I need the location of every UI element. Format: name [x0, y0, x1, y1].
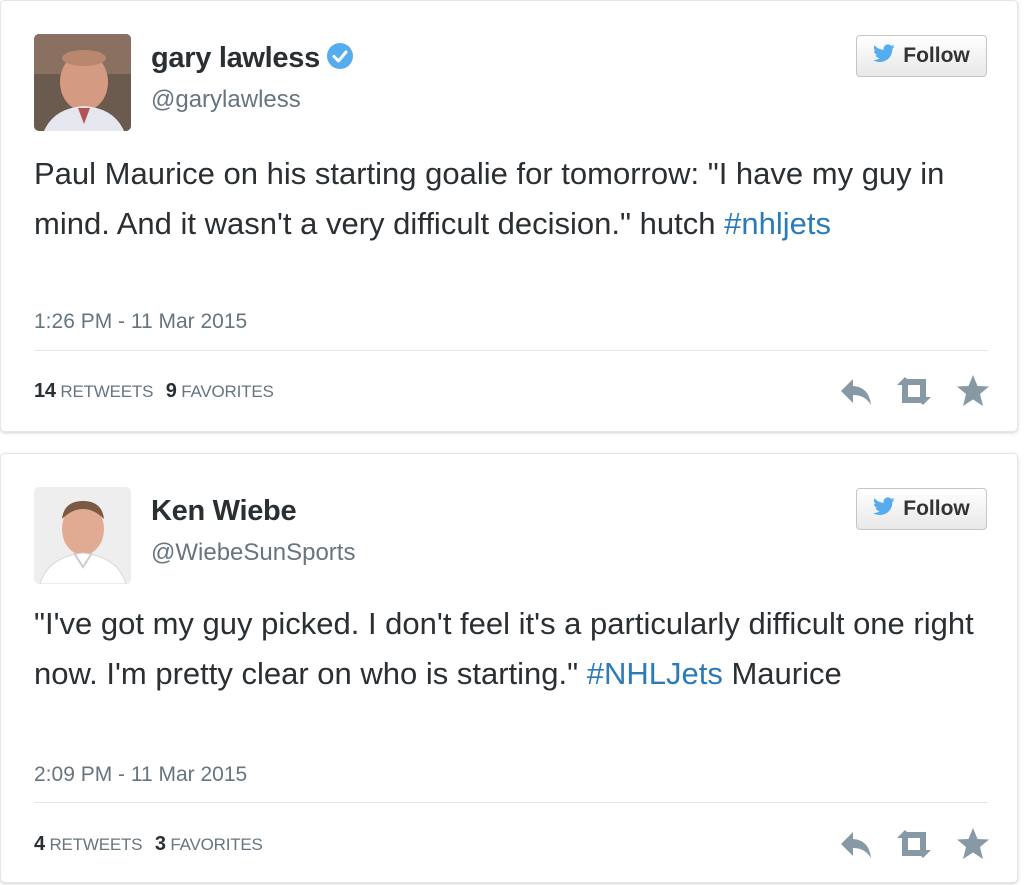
tweet-stats: 4 RETWEETS 3 FAVORITES — [34, 833, 271, 856]
author-handle[interactable]: @garylawless — [151, 86, 301, 114]
tweet-stats: 14 RETWEETS 9 FAVORITES — [34, 380, 282, 403]
retweets-count[interactable]: 14 — [34, 380, 56, 402]
tweet-card: Ken Wiebe @WiebeSunSports Follow "I've g… — [0, 453, 1018, 883]
tweet-timestamp[interactable]: 2:09 PM - 11 Mar 2015 — [34, 763, 247, 787]
favorites-label[interactable]: FAVORITES — [181, 382, 274, 401]
tweet-card: gary lawless @garylawless Follow Paul Ma… — [0, 0, 1018, 432]
retweets-label[interactable]: RETWEETS — [60, 382, 153, 401]
favorites-count[interactable]: 9 — [166, 380, 177, 402]
author-name[interactable]: Ken Wiebe — [151, 495, 297, 528]
hashtag-link[interactable]: #nhljets — [724, 206, 831, 241]
twitter-bird-icon — [873, 44, 895, 68]
retweet-icon[interactable] — [893, 373, 935, 414]
star-icon[interactable] — [955, 373, 991, 414]
author-handle[interactable]: @WiebeSunSports — [151, 539, 355, 567]
star-icon[interactable] — [955, 826, 991, 867]
retweets-label[interactable]: RETWEETS — [49, 835, 142, 854]
tweet-actions — [837, 373, 992, 409]
follow-button[interactable]: Follow — [856, 488, 987, 530]
follow-label: Follow — [903, 497, 970, 520]
favorites-label[interactable]: FAVORITES — [170, 835, 263, 854]
follow-label: Follow — [903, 44, 970, 67]
twitter-bird-icon — [873, 497, 895, 521]
favorites-count[interactable]: 3 — [155, 833, 166, 855]
tweet-timestamp[interactable]: 1:26 PM - 11 Mar 2015 — [34, 310, 247, 334]
reply-icon[interactable] — [837, 826, 875, 867]
divider — [34, 802, 988, 803]
retweets-count[interactable]: 4 — [34, 833, 45, 855]
tweet-text: Paul Maurice on his starting goalie for … — [34, 156, 945, 241]
avatar[interactable] — [34, 487, 131, 584]
avatar[interactable] — [34, 34, 131, 131]
author-name[interactable]: gary lawless — [151, 42, 354, 78]
tweet-text: "I've got my guy picked. I don't feel it… — [34, 606, 974, 691]
hashtag-link[interactable]: #NHLJets — [587, 656, 723, 691]
verified-badge-icon — [326, 42, 354, 78]
retweet-icon[interactable] — [893, 826, 935, 867]
divider — [34, 350, 988, 351]
reply-icon[interactable] — [837, 373, 875, 414]
tweet-actions — [837, 826, 992, 862]
follow-button[interactable]: Follow — [856, 35, 987, 77]
